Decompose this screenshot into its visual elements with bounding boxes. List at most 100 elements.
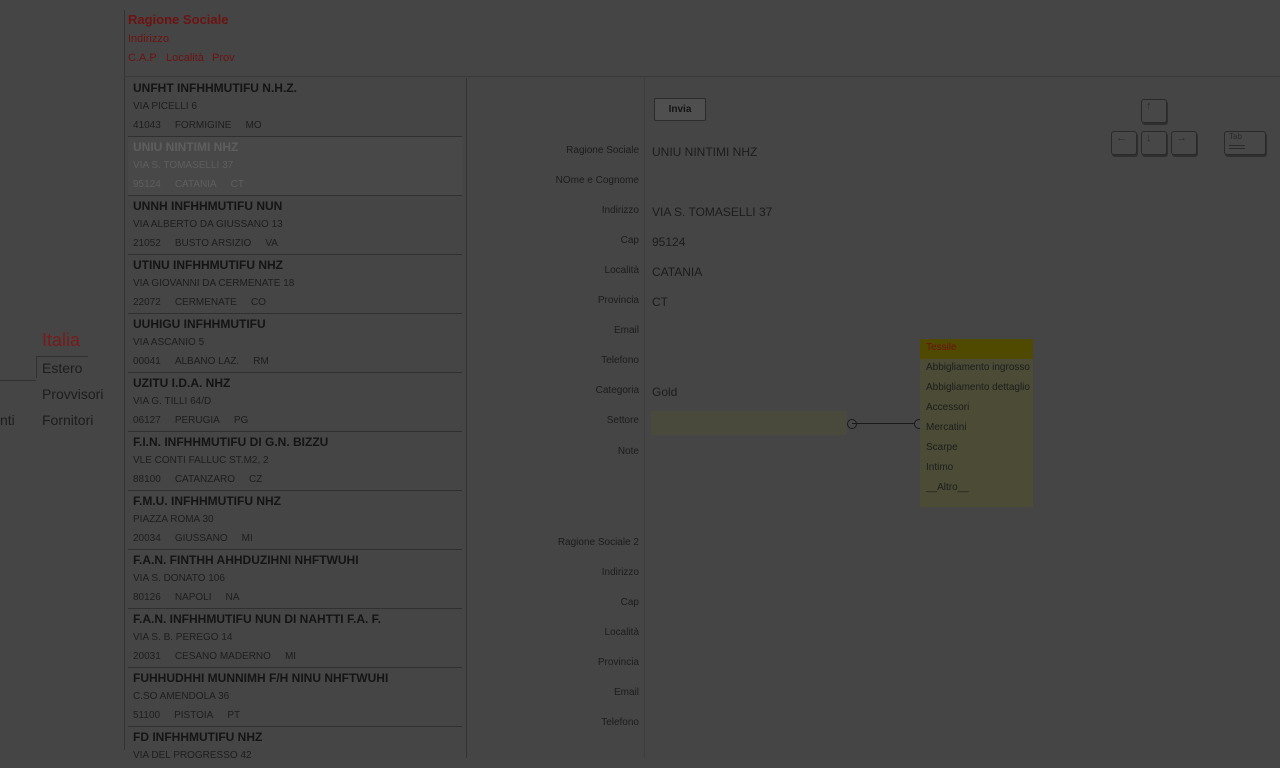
sector-item[interactable]: Accessori — [926, 402, 969, 413]
list-item-selected[interactable]: UNIU NINTIMI NHZ VIA S. TOMASELLI 37 951… — [128, 137, 462, 196]
nav-item-fornitori[interactable]: Fornitori — [42, 412, 93, 428]
label-email: Email — [613, 325, 639, 336]
label-provincia: Provincia — [597, 295, 639, 306]
record-address: VIA ALBERTO DA GIUSSANO 13 — [133, 219, 283, 230]
divider — [644, 78, 645, 758]
nav-item-estero[interactable]: Estero — [36, 356, 89, 378]
record-cap: 80126 — [133, 592, 161, 603]
record-address: VLE CONTI FALLUC ST.M2, 2 — [133, 455, 269, 466]
record-city: FORMIGINE — [174, 120, 232, 131]
record-name: F.I.N. INFHHMUTIFU DI G.N. BIZZU — [133, 435, 329, 449]
record-city: BUSTO ARSIZIO — [174, 238, 252, 249]
value-provincia[interactable]: CT — [652, 295, 668, 309]
record-city: GIUSSANO — [174, 533, 228, 544]
record-city: CESANO MADERNO — [174, 651, 271, 662]
record-cap: 41043 — [133, 120, 161, 131]
settore-field[interactable] — [651, 411, 847, 435]
label-localita: Località — [604, 265, 639, 276]
record-address: VIA ASCANIO 5 — [133, 337, 205, 348]
list-item[interactable]: F.A.N. INFHHMUTIFU NUN DI NAHTTI F.A. F.… — [128, 609, 462, 668]
record-cap: 20034 — [133, 533, 161, 544]
record-prov: MI — [241, 533, 253, 544]
label-note: Note — [617, 446, 639, 457]
list-item[interactable]: F.M.U. INFHHMUTIFU NHZ PIAZZA ROMA 30 20… — [128, 491, 462, 550]
record-prov: VA — [265, 238, 278, 249]
record-address: VIA S. DONATO 106 — [133, 573, 225, 584]
record-address: VIA G. TILLI 64/D — [133, 396, 212, 407]
list-item[interactable]: UNNH INFHHMUTIFU NUN VIA ALBERTO DA GIUS… — [128, 196, 462, 255]
header-prov[interactable]: Prov — [212, 52, 235, 64]
record-name: F.A.N. INFHHMUTIFU NUN DI NAHTTI F.A. F. — [133, 612, 381, 626]
nav-item-provvisori[interactable]: Provvisori — [42, 386, 103, 402]
value-indirizzo[interactable]: VIA S. TOMASELLI 37 — [652, 205, 772, 219]
value-categoria[interactable]: Gold — [652, 385, 677, 399]
send-button[interactable]: Invia — [654, 98, 706, 121]
label-indirizzo-2: Indirizzo — [601, 567, 639, 578]
sector-item[interactable]: Scarpe — [926, 442, 958, 453]
record-city: PISTOIA — [174, 710, 214, 721]
label-localita-2: Località — [604, 627, 639, 638]
tab-key-label: Tab — [1229, 132, 1242, 141]
sector-item[interactable]: Abbigliamento dettaglio — [926, 382, 1030, 393]
tab-key-icon: Tab — [1224, 131, 1266, 155]
record-name: FD INFHHMUTIFU NHZ — [133, 730, 263, 744]
record-city: CERMENATE — [174, 297, 237, 308]
record-prov: CO — [250, 297, 266, 308]
list-header: Ragione Sociale Indirizzo C.A.P Località… — [124, 0, 1280, 77]
record-name: F.A.N. FINTHH AHHDUZIHNI NHFTWUHI — [133, 553, 359, 567]
label-indirizzo: Indirizzo — [601, 205, 639, 216]
label-telefono-2: Telefono — [601, 717, 639, 728]
list-item[interactable]: UTINU INFHHMUTIFU NHZ VIA GIOVANNI DA CE… — [128, 255, 462, 314]
record-prov: NA — [225, 592, 240, 603]
nav-divider — [0, 380, 36, 381]
list-item[interactable]: UZITU I.D.A. NHZ VIA G. TILLI 64/D 06127… — [128, 373, 462, 432]
record-prov: MI — [284, 651, 297, 662]
record-prov: PG — [233, 415, 249, 426]
label-categoria: Categoria — [595, 385, 639, 396]
record-city: CATANZARO — [174, 474, 235, 485]
header-cap[interactable]: C.A.P — [128, 52, 157, 64]
list-item[interactable]: UUHIGU INFHHMUTIFU VIA ASCANIO 5 00041 AL… — [128, 314, 462, 373]
record-name: UTINU INFHHMUTIFU NHZ — [133, 258, 283, 272]
divider — [466, 78, 467, 758]
header-address[interactable]: Indirizzo — [128, 33, 169, 45]
value-cap[interactable]: 95124 — [652, 235, 685, 249]
sector-item[interactable]: Intimo — [926, 462, 953, 473]
value-localita[interactable]: CATANIA — [652, 265, 702, 279]
label-email-2: Email — [613, 687, 639, 698]
record-prov: PT — [227, 710, 241, 721]
sector-item[interactable]: Mercatini — [926, 422, 967, 433]
list-item[interactable]: F.A.N. FINTHH AHHDUZIHNI NHFTWUHI VIA S.… — [128, 550, 462, 609]
connector-start — [847, 419, 857, 429]
record-prov: MO — [245, 120, 262, 131]
value-ragione-sociale[interactable]: UNIU NINTIMI NHZ — [652, 145, 757, 159]
label-ragione-sociale: Ragione Sociale — [566, 145, 639, 156]
sector-item[interactable]: Tessile — [926, 342, 957, 353]
list-item[interactable]: UNFHT INFHHMUTIFU N.H.Z. VIA PICELLI 6 4… — [128, 78, 462, 137]
nav-item-italia[interactable]: Italia — [42, 330, 80, 351]
arrow-left-key-icon: ← — [1111, 131, 1137, 155]
label-provincia-2: Provincia — [597, 657, 639, 668]
header-title[interactable]: Ragione Sociale — [128, 12, 228, 27]
label-cap-2: Cap — [620, 597, 639, 608]
record-city: ALBANO LAZ. — [174, 356, 240, 367]
record-list[interactable]: UNFHT INFHHMUTIFU N.H.Z. VIA PICELLI 6 4… — [128, 78, 462, 768]
divider — [124, 10, 125, 750]
record-city: NAPOLI — [174, 592, 212, 603]
sector-item[interactable]: __Altro__ — [926, 482, 969, 493]
record-address: VIA S. B. PEREGO 14 — [133, 632, 233, 643]
record-name: UNIU NINTIMI NHZ — [133, 140, 239, 154]
list-item[interactable]: FD INFHHMUTIFU NHZ VIA DEL PROGRESSO 42 — [128, 727, 462, 768]
list-item[interactable]: F.I.N. INFHHMUTIFU DI G.N. BIZZU VLE CON… — [128, 432, 462, 491]
header-locality[interactable]: Località — [166, 52, 204, 64]
label-cap: Cap — [620, 235, 639, 246]
arrow-right-key-icon: → — [1171, 131, 1197, 155]
arrow-up-key-icon: ↑ — [1141, 99, 1167, 123]
record-name: F.M.U. INFHHMUTIFU NHZ — [133, 494, 281, 508]
label-nome-cognome: NOme e Cognome — [555, 175, 639, 186]
nav-item-clienti[interactable]: nti — [0, 412, 15, 428]
sector-list[interactable]: Tessile Abbigliamento ingrosso Abbigliam… — [920, 339, 1033, 507]
list-item[interactable]: FUHHUDHHI MUNNIMH F/H NINU NHFTWUHI C.SO… — [128, 668, 462, 727]
record-name: UNNH INFHHMUTIFU NUN — [133, 199, 283, 213]
sector-item[interactable]: Abbigliamento ingrosso — [926, 362, 1030, 373]
